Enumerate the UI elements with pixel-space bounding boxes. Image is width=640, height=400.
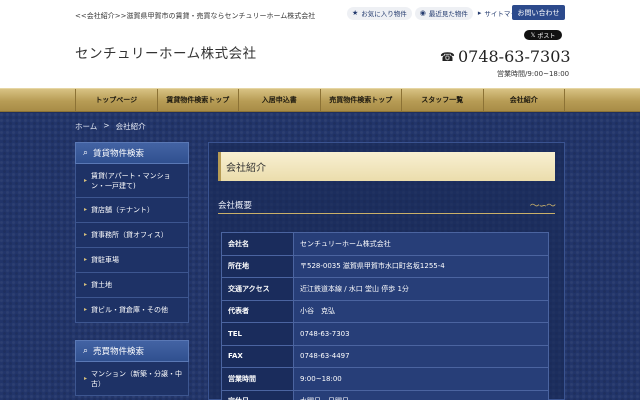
nav-item-top[interactable]: トップページ: [75, 89, 157, 111]
sidebar-item-rent-store[interactable]: ▸ 貸店舗（テナント）: [76, 198, 188, 223]
site-header: <<会社紹介>>滋賀県甲賀市の賃貸・売買ならセンチュリーホーム株式会社 センチュ…: [0, 0, 640, 88]
row-value: 小谷 克弘: [293, 299, 549, 323]
chevron-right-icon: ▸: [84, 206, 88, 213]
table-row: TEL 0748-63-7303: [221, 322, 549, 346]
site-tagline: <<会社紹介>>滋賀県甲賀市の賃貸・売買ならセンチュリーホーム株式会社: [75, 12, 316, 20]
sidebar-item-rent-parking[interactable]: ▸ 貸駐車場: [76, 248, 188, 273]
sitemap-icon: ▸: [477, 9, 482, 17]
search-icon: ⌕: [83, 148, 89, 158]
phone-text: 0748-63-7303: [457, 47, 571, 66]
row-key: 定休日: [221, 389, 294, 400]
page-title: 会社紹介: [218, 152, 555, 181]
row-key: 所在地: [221, 254, 294, 278]
table-row: 営業時間 9:00~18:00: [221, 367, 549, 391]
row-value: 水曜日・日曜日: [293, 389, 549, 400]
sidebar-item-sale-mansion[interactable]: ▸ マンション（新築・分譲・中古）: [76, 362, 188, 396]
sale-search-title: 売買物件検索: [93, 347, 145, 357]
favorites-label: お気に入り物件: [361, 10, 407, 18]
global-nav-items: トップページ 賃貸物件検索トップ 入居申込書 売買物件検索トップ スタッフ一覧 …: [75, 89, 565, 111]
table-row: 代表者 小谷 克弘: [221, 299, 549, 323]
table-row: 定休日 水曜日・日曜日: [221, 389, 549, 400]
x-post-label: ポスト: [537, 32, 556, 40]
sidebar-item-label: 貸駐車場: [91, 256, 120, 264]
rent-search-list: ▸ 賃貸(アパート・マンション・一戸建て) ▸ 貸店舗（テナント） ▸ 貸事務所…: [75, 164, 189, 323]
row-key: 代表者: [221, 299, 294, 323]
row-value: 0748-63-7303: [293, 322, 549, 346]
table-row: 会社名 センチュリーホーム株式会社: [221, 232, 549, 256]
row-key: 営業時間: [221, 367, 294, 391]
phone-number: ☎ 0748-63-7303: [440, 47, 571, 66]
favorites-link[interactable]: ★ お気に入り物件: [347, 6, 412, 20]
sidebar-item-rent-office[interactable]: ▸ 貸事務所（貸オフィス）: [76, 223, 188, 248]
breadcrumb-separator: >: [103, 121, 110, 130]
sale-search-heading: ⌕ 売買物件検索: [75, 340, 189, 362]
nav-item-staff[interactable]: スタッフ一覧: [401, 89, 483, 111]
table-row: 交通アクセス 近江鉄道本線 / 水口 堂山 停歩 1分: [221, 277, 549, 301]
business-hours: 営業時間/9:00~18:00: [497, 70, 570, 78]
breadcrumb: ホーム > 会社紹介: [75, 121, 146, 132]
row-value: 〒528-0035 滋賀県甲賀市水口町名坂1255-4: [293, 254, 549, 278]
chevron-right-icon: ▸: [84, 306, 88, 313]
sidebar-item-label: 貸事務所（貸オフィス）: [91, 231, 168, 239]
breadcrumb-home[interactable]: ホーム: [75, 121, 97, 132]
nav-item-company[interactable]: 会社紹介: [482, 89, 565, 111]
row-key: 会社名: [221, 232, 294, 256]
chevron-right-icon: ▸: [84, 374, 88, 382]
rent-search-heading: ⌕ 賃貸物件検索: [75, 142, 189, 164]
chevron-right-icon: ▸: [84, 176, 88, 184]
x-post-button[interactable]: 𝕏 ポスト: [524, 30, 562, 40]
row-key: FAX: [221, 344, 294, 368]
table-row: FAX 0748-63-4497: [221, 344, 549, 368]
nav-item-rent-search[interactable]: 賃貸物件検索トップ: [156, 89, 239, 111]
row-value: 近江鉄道本線 / 水口 堂山 停歩 1分: [293, 277, 549, 301]
sidebar-item-label: 賃貸(アパート・マンション・一戸建て): [91, 171, 171, 190]
row-value: 0748-63-4497: [293, 344, 549, 368]
sidebar-item-label: 貸店舗（テナント）: [91, 206, 155, 214]
sidebar-item-label: 貸ビル・貸倉庫・その他: [91, 306, 169, 314]
table-row: 所在地 〒528-0035 滋賀県甲賀市水口町名坂1255-4: [221, 254, 549, 278]
row-key: TEL: [221, 322, 294, 346]
rent-search-title: 賃貸物件検索: [93, 149, 145, 159]
header-links: ★ お気に入り物件 ◉ 最近見た物件 ▸ サイトマップ: [347, 6, 525, 20]
nav-item-application[interactable]: 入居申込書: [238, 89, 320, 111]
site-title[interactable]: センチュリーホーム株式会社: [75, 42, 257, 62]
x-logo-icon: 𝕏: [530, 31, 536, 39]
recently-viewed-label: 最近見た物件: [428, 10, 468, 18]
sale-search-list: ▸ マンション（新築・分譲・中古）: [75, 362, 189, 396]
nav-item-sale-search[interactable]: 売買物件検索トップ: [319, 89, 402, 111]
row-value: センチュリーホーム株式会社: [293, 232, 549, 256]
sidebar-item-rent-apartment[interactable]: ▸ 賃貸(アパート・マンション・一戸建て): [76, 164, 188, 198]
breadcrumb-current: 会社紹介: [115, 122, 146, 131]
chevron-right-icon: ▸: [84, 256, 88, 263]
sidebar-item-label: 貸土地: [91, 281, 113, 289]
recently-viewed-link[interactable]: ◉ 最近見た物件: [414, 6, 473, 20]
chevron-right-icon: ▸: [84, 231, 88, 238]
chevron-right-icon: ▸: [84, 281, 88, 288]
star-icon: ★: [352, 9, 359, 17]
section-heading: 会社概要 ～∽～: [218, 196, 556, 214]
row-key: 交通アクセス: [221, 277, 294, 301]
sidebar-item-label: マンション（新築・分譲・中古）: [91, 369, 183, 388]
search-icon: ⌕: [83, 346, 89, 356]
sidebar-item-rent-land[interactable]: ▸ 貸土地: [76, 273, 188, 298]
row-value: 9:00~18:00: [293, 367, 549, 391]
section-title: 会社概要: [218, 200, 253, 211]
global-nav: トップページ 賃貸物件検索トップ 入居申込書 売買物件検索トップ スタッフ一覧 …: [0, 88, 640, 112]
sidebar-item-rent-other[interactable]: ▸ 貸ビル・貸倉庫・その他: [76, 298, 188, 323]
phone-icon: ☎: [440, 49, 455, 64]
inquiry-button[interactable]: お問い合わせ: [512, 5, 565, 20]
eye-icon: ◉: [419, 9, 426, 17]
company-info-table: 会社名 センチュリーホーム株式会社 所在地 〒528-0035 滋賀県甲賀市水口…: [221, 232, 549, 400]
ornament-icon: ～∽～: [529, 201, 556, 212]
